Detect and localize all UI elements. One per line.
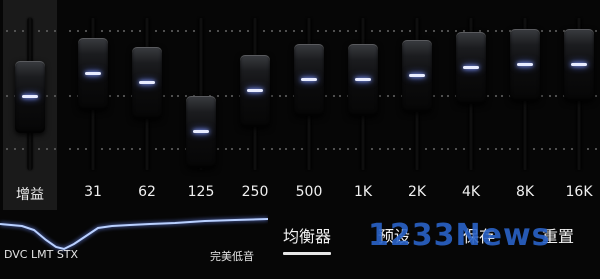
band-label: 1K — [353, 184, 373, 200]
knob-indicator — [355, 78, 371, 82]
knob-indicator — [571, 63, 587, 67]
slider-knob[interactable] — [348, 44, 378, 117]
band-label: 62 — [138, 184, 156, 200]
slider-knob[interactable] — [15, 61, 45, 134]
tab-equalizer[interactable]: 均衡器 — [283, 223, 332, 255]
slider-knob[interactable] — [186, 96, 216, 168]
slider-knob[interactable] — [240, 54, 270, 127]
band-label: 8K — [515, 184, 535, 200]
knob-indicator — [85, 72, 101, 76]
band-label: 250 — [241, 184, 269, 200]
slider-knob[interactable] — [510, 29, 540, 102]
knob-indicator — [22, 95, 38, 99]
eq-curve-preview — [0, 218, 268, 251]
band-slider-16k[interactable]: 16K — [552, 0, 600, 210]
band-slider-4k[interactable]: 4K — [444, 0, 498, 210]
slider-knob[interactable] — [78, 38, 108, 111]
knob-indicator — [463, 66, 479, 70]
band-slider-1k[interactable]: 1K — [336, 0, 390, 210]
knob-indicator — [139, 81, 155, 85]
eq-curve-line — [0, 218, 268, 251]
slider-knob[interactable] — [294, 44, 324, 117]
band-label: 500 — [295, 184, 323, 200]
watermark-logo: 1233News — [368, 218, 551, 253]
band-slider-8k[interactable]: 8K — [498, 0, 552, 210]
curve-right-caption: 完美低音 — [210, 250, 254, 263]
knob-indicator — [301, 78, 317, 82]
band-label: 2K — [407, 184, 427, 200]
band-slider-2k[interactable]: 2K — [390, 0, 444, 210]
band-slider-125[interactable]: 125 — [174, 0, 228, 210]
band-slider-500[interactable]: 500 — [282, 0, 336, 210]
curve-left-caption: DVC LMT STX — [4, 248, 79, 261]
band-label: 31 — [84, 184, 102, 200]
slider-knob[interactable] — [402, 39, 432, 112]
knob-indicator — [193, 130, 209, 133]
knob-indicator — [409, 73, 425, 77]
band-slider-31[interactable]: 31 — [66, 0, 120, 210]
slider-knob[interactable] — [456, 32, 486, 105]
band-label: 4K — [461, 184, 481, 200]
band-slider-62[interactable]: 62 — [120, 0, 174, 210]
band-label: 125 — [187, 184, 215, 200]
band-slider-250[interactable]: 250 — [228, 0, 282, 210]
slider-knob[interactable] — [564, 29, 594, 102]
gain-slider[interactable]: 增益 — [3, 0, 57, 210]
band-label: 增益 — [16, 187, 44, 203]
knob-indicator — [247, 88, 263, 92]
knob-indicator — [517, 63, 533, 67]
slider-knob[interactable] — [132, 47, 162, 120]
band-label: 16K — [565, 184, 593, 200]
equalizer-panel: 增益 31 62 125 250 500 1K 2K 4K 8K 16K — [0, 0, 600, 210]
